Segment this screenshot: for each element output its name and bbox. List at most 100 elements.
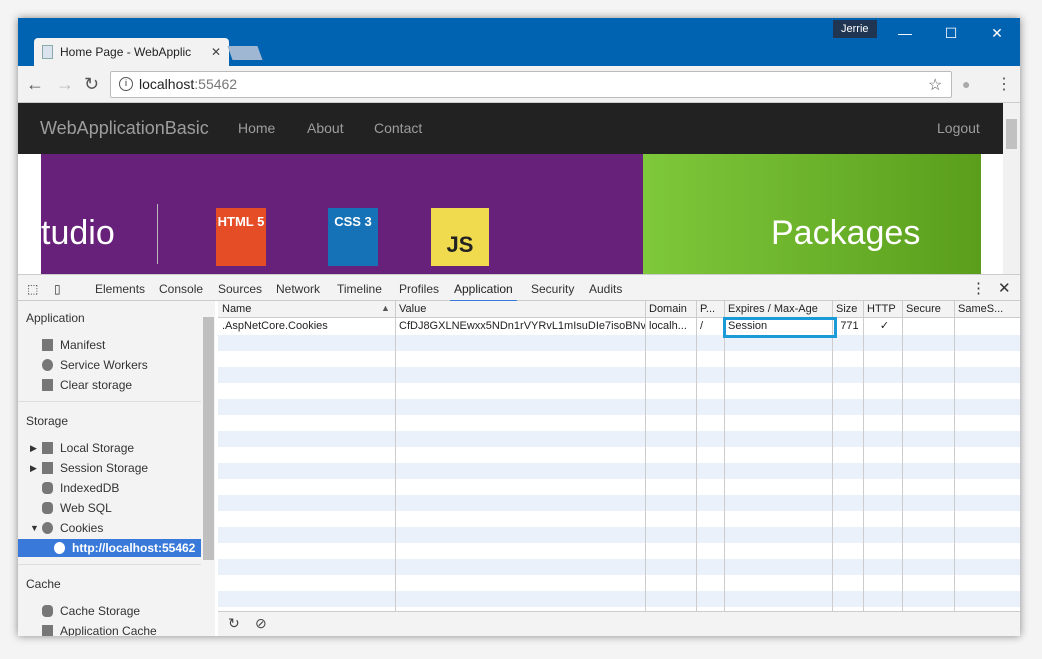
tab-sources[interactable]: Sources	[218, 282, 262, 296]
minimize-button[interactable]: —	[882, 18, 928, 48]
grid-icon	[42, 625, 53, 636]
database-icon	[42, 502, 53, 514]
cookie-cell-value[interactable]: CfDJ8GXLNEwxx5NDn1rVYRvL1mIsuDIe7isoBNv.…	[395, 318, 645, 335]
nav-about[interactable]: About	[307, 120, 344, 136]
tab-elements[interactable]: Elements	[95, 282, 145, 296]
trash-icon	[42, 379, 53, 391]
column-header[interactable]: Size	[832, 301, 863, 318]
banner-text: tudio	[41, 214, 115, 252]
info-icon[interactable]: i	[119, 77, 133, 91]
tab-application[interactable]: Application	[450, 282, 517, 302]
sidebar-item-local-storage[interactable]: ▶ Local Storage	[18, 439, 201, 457]
browser-window: Jerrie — ☐ ✕ Home Page - WebApplic ✕ ← → …	[18, 18, 1020, 636]
sidebar-item-cookies[interactable]: ▼ Cookies	[18, 519, 201, 537]
refresh-icon[interactable]: ↻	[228, 615, 240, 632]
table-row-stripe	[218, 495, 1020, 511]
database-icon	[42, 482, 53, 494]
devtools-menu-icon[interactable]: ⋮	[971, 279, 986, 297]
collapse-arrow-icon: ▼	[30, 523, 39, 533]
expand-arrow-icon: ▶	[30, 443, 37, 453]
device-mode-icon[interactable]: ▯	[54, 282, 61, 296]
sidebar-item-clear-storage[interactable]: Clear storage	[18, 376, 201, 394]
cookie-icon	[54, 542, 65, 554]
grid-icon	[42, 442, 53, 454]
gear-icon	[42, 359, 53, 371]
page-scrollbar[interactable]	[1003, 103, 1020, 274]
application-sidebar: Application Manifest Service Workers Cle…	[18, 301, 215, 636]
forward-icon[interactable]: →	[56, 74, 74, 95]
column-header[interactable]: SameS...	[954, 301, 1020, 318]
cookie-cell-http[interactable]: ✓	[863, 318, 902, 335]
expires-edit-field[interactable]	[723, 317, 837, 338]
cookie-cell-domain[interactable]: localh...	[645, 318, 696, 335]
cookie-cell-samesite[interactable]	[954, 318, 1020, 335]
cookie-cell-secure[interactable]	[902, 318, 954, 335]
clear-all-icon[interactable]: ⊘	[255, 615, 267, 632]
sidebar-scrollbar[interactable]	[201, 301, 215, 636]
expand-arrow-icon: ▶	[30, 463, 37, 473]
cookie-icon	[42, 522, 53, 534]
database-icon	[42, 605, 53, 617]
tab-audits[interactable]: Audits	[589, 282, 622, 296]
inspect-element-icon[interactable]: ⬚	[27, 282, 38, 296]
title-bar: Jerrie — ☐ ✕ Home Page - WebApplic ✕	[18, 18, 1020, 66]
browser-tab[interactable]: Home Page - WebApplic ✕	[34, 38, 229, 66]
file-icon	[42, 339, 53, 351]
column-header[interactable]: HTTP	[863, 301, 902, 318]
reload-icon[interactable]: ↻	[84, 74, 99, 95]
url-host: localhost	[139, 76, 195, 92]
nav-logout[interactable]: Logout	[937, 120, 980, 136]
table-row-stripe	[218, 335, 1020, 351]
table-row-stripe	[218, 591, 1020, 607]
sidebar-item-manifest[interactable]: Manifest	[18, 336, 201, 354]
sidebar-item-cookie-origin[interactable]: http://localhost:55462	[18, 539, 201, 557]
close-tab-icon[interactable]: ✕	[211, 38, 221, 66]
table-row-stripe	[218, 367, 1020, 383]
maximize-button[interactable]: ☐	[928, 18, 974, 48]
nav-contact[interactable]: Contact	[374, 120, 422, 136]
table-row-stripe	[218, 399, 1020, 415]
web-page: WebApplicationBasic Home About Contact L…	[18, 103, 1003, 274]
cookie-cell-path[interactable]: /	[696, 318, 724, 335]
page-icon	[42, 45, 53, 59]
sort-ascending-icon[interactable]: ▲	[381, 303, 390, 313]
nav-home[interactable]: Home	[238, 120, 275, 136]
back-icon[interactable]: ←	[26, 74, 44, 95]
tab-console[interactable]: Console	[159, 282, 203, 296]
site-brand[interactable]: WebApplicationBasic	[40, 118, 209, 139]
sidebar-item-session-storage[interactable]: ▶ Session Storage	[18, 459, 201, 477]
url-port: :55462	[194, 76, 238, 92]
sidebar-item-indexeddb[interactable]: IndexedDB	[18, 479, 201, 497]
tab-security[interactable]: Security	[531, 282, 574, 296]
menu-icon[interactable]: ⋮	[996, 74, 1012, 94]
bookmark-star-icon[interactable]: ☆	[928, 75, 942, 95]
column-header[interactable]: Name	[218, 301, 395, 318]
tab-profiles[interactable]: Profiles	[399, 282, 439, 296]
cookie-cell-name[interactable]: .AspNetCore.Cookies	[218, 318, 395, 335]
user-badge[interactable]: Jerrie	[833, 20, 877, 38]
column-header[interactable]: Expires / Max-Age	[724, 301, 832, 318]
extension-icon[interactable]: ●	[962, 76, 970, 92]
address-bar-row: ← → ↻ i localhost:55462 ☆ ● ⋮	[18, 66, 1020, 103]
column-header[interactable]: Secure	[902, 301, 954, 318]
table-row-stripe	[218, 431, 1020, 447]
column-header[interactable]: Value	[395, 301, 645, 318]
close-window-button[interactable]: ✕	[974, 18, 1020, 48]
sidebar-item-service-workers[interactable]: Service Workers	[18, 356, 201, 374]
url-input[interactable]: i localhost:55462	[110, 71, 952, 98]
column-header[interactable]: Domain	[645, 301, 696, 318]
grid-icon	[42, 462, 53, 474]
tab-timeline[interactable]: Timeline	[337, 282, 382, 296]
carousel-banner-green: Packages	[643, 154, 981, 274]
sidebar-item-application-cache[interactable]: Application Cache	[18, 622, 201, 636]
sidebar-item-cache-storage[interactable]: Cache Storage	[18, 602, 201, 620]
column-header[interactable]: P...	[696, 301, 724, 318]
sidebar-item-web-sql[interactable]: Web SQL	[18, 499, 201, 517]
tab-network[interactable]: Network	[276, 282, 320, 296]
table-row-stripe	[218, 463, 1020, 479]
devtools-toolbar: ⬚ ▯ Elements Console Sources Network Tim…	[18, 274, 1020, 302]
close-devtools-icon[interactable]: ✕	[998, 279, 1011, 297]
new-tab-button[interactable]	[227, 46, 263, 60]
table-row-stripe	[218, 527, 1020, 543]
table-row-stripe	[218, 559, 1020, 575]
